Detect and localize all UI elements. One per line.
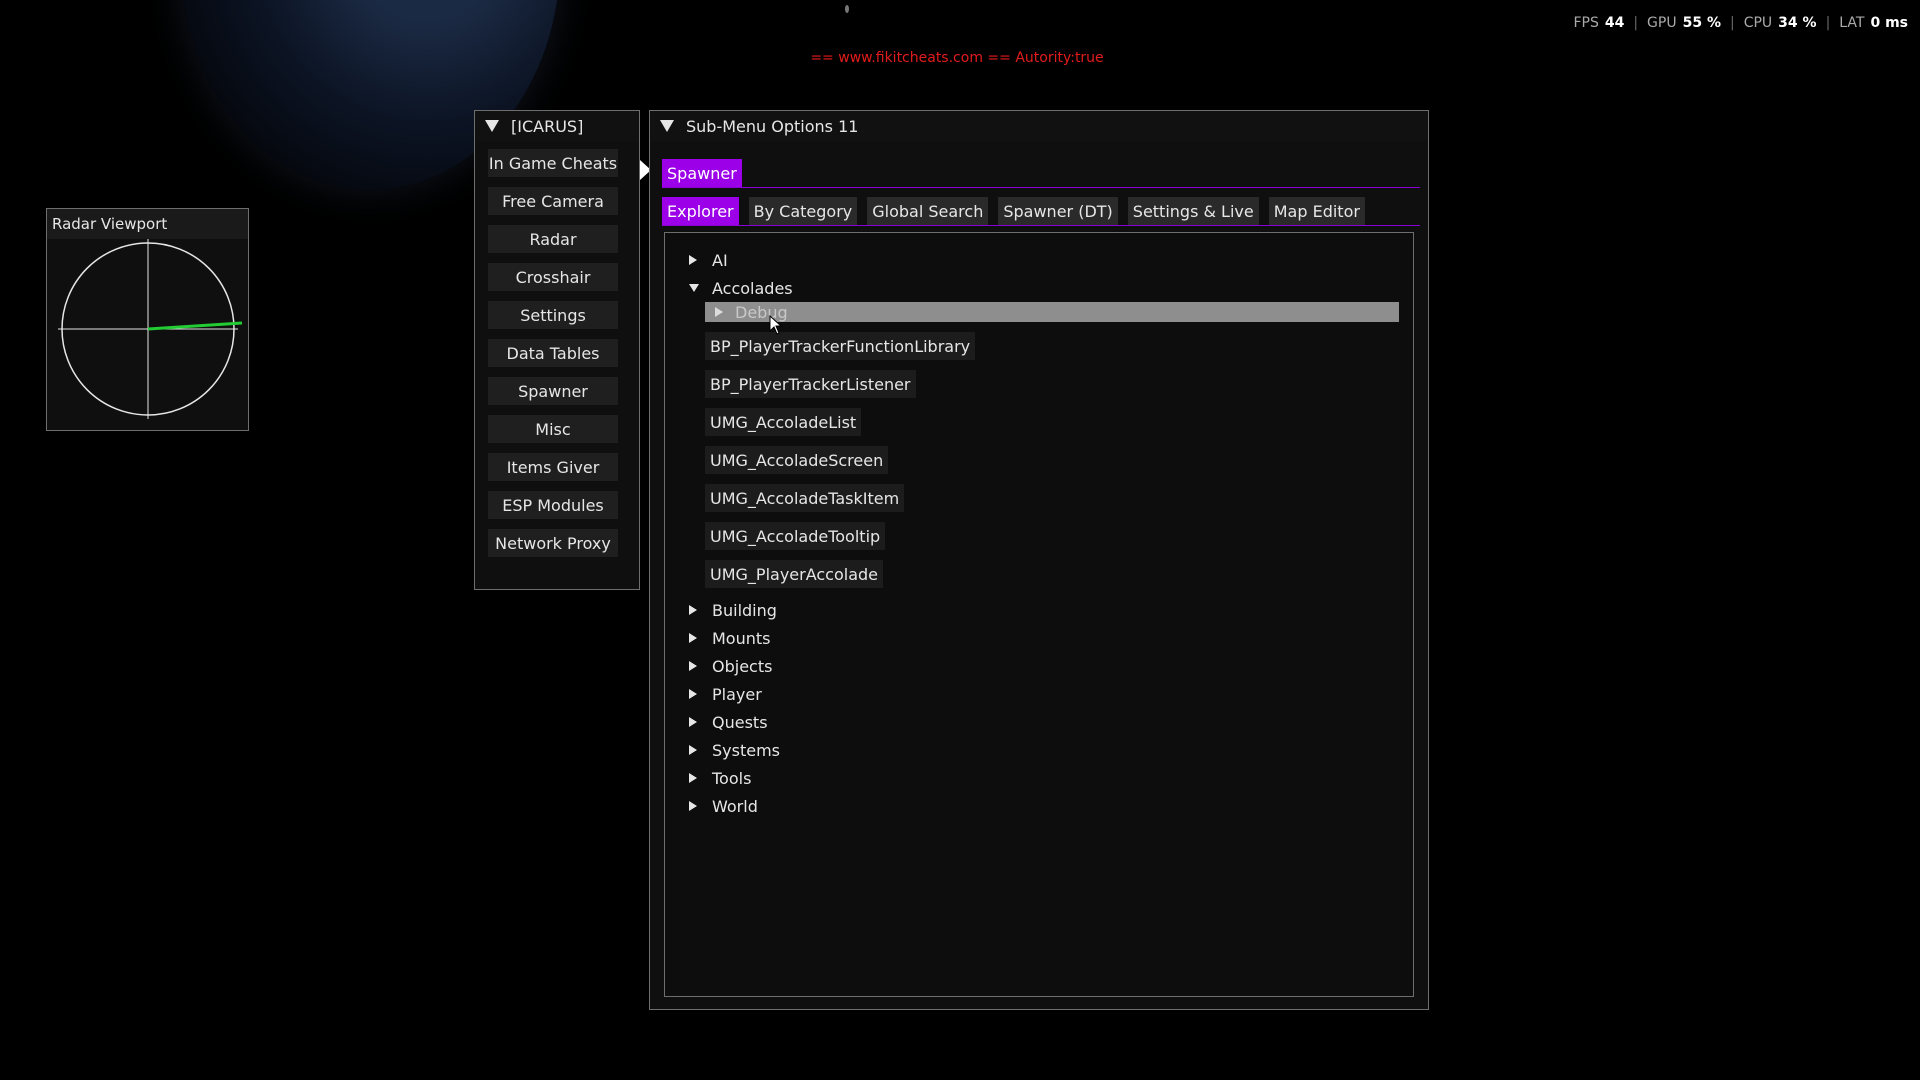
nav-in-game-cheats-button[interactable]: In Game Cheats [488,149,618,177]
nav-settings-button[interactable]: Settings [488,301,618,329]
tree-leaf-umg-playeraccolade[interactable]: UMG_PlayerAccolade [705,560,883,588]
separator: | [1633,15,1639,31]
nav-misc-button[interactable]: Misc [488,415,618,443]
nav-crosshair-button[interactable]: Crosshair [488,263,618,291]
expand-icon[interactable] [689,801,697,811]
tree-folder-building[interactable]: Building [689,599,777,621]
tab-bar: Explorer By Category Global Search Spawn… [662,197,1420,226]
tree-leaf-umg-accoladetooltip[interactable]: UMG_AccoladeTooltip [705,522,886,550]
tree-folder-label: Systems [712,740,780,760]
cpu-value: 34 % [1778,15,1817,31]
gpu-value: 55 % [1682,15,1721,31]
tree-folder-tools[interactable]: Tools [689,767,751,789]
fps-label: FPS [1573,15,1599,31]
expand-icon[interactable] [689,255,697,265]
tree-folder-debug[interactable]: Debug [705,302,1399,322]
tab-map-editor[interactable]: Map Editor [1268,197,1365,225]
tree-folder-systems[interactable]: Systems [689,739,780,761]
nav-radar-button[interactable]: Radar [488,225,618,253]
tree-folder-quests[interactable]: Quests [689,711,768,733]
collapse-icon[interactable] [485,120,499,132]
expand-icon[interactable] [689,689,697,699]
expand-icon[interactable] [689,633,697,643]
expand-icon[interactable] [715,307,723,317]
lat-value: 0 ms [1870,15,1908,31]
watermark: == www.fikitcheats.com == Autority:true [0,50,1920,66]
tree-folder-label: Objects [712,656,773,676]
submenu-window[interactable]: Sub-Menu Options 11 Spawner Explorer By … [649,110,1429,1010]
nav-esp-modules-button[interactable]: ESP Modules [488,491,618,519]
tree-folder-label: Player [712,684,762,704]
collapse-icon[interactable] [660,120,674,132]
gpu-label: GPU [1647,15,1677,31]
tree-leaf-bp-playertrackerlistener[interactable]: BP_PlayerTrackerListener [705,370,916,398]
expand-icon[interactable] [689,717,697,727]
top-tab-bar: Spawner [662,159,1420,188]
fps-value: 44 [1604,15,1625,31]
radar-heading-line [147,321,243,331]
tree-leaf-umg-accoladelist[interactable]: UMG_AccoladeList [705,408,862,436]
tab-explorer[interactable]: Explorer [662,197,739,225]
expand-icon[interactable] [689,605,697,615]
tree-folder-label: Mounts [712,628,771,648]
icarus-nav: In Game Cheats Free Camera Radar Crossha… [475,141,639,557]
radar-window[interactable]: Radar Viewport [46,208,249,431]
explorer-tree[interactable]: AI Accolades Debug BP_PlayerTrackerFunct… [664,232,1414,997]
tree-folder-mounts[interactable]: Mounts [689,627,770,649]
watermark-text: == www.fikitcheats.com == Autority:true [810,50,1104,66]
submenu-title-bar[interactable]: Sub-Menu Options 11 [650,111,1428,141]
tab-spawner[interactable]: Spawner [662,159,742,187]
tab-settings-live[interactable]: Settings & Live [1127,197,1259,225]
nav-data-tables-button[interactable]: Data Tables [488,339,618,367]
tree-folder-objects[interactable]: Objects [689,655,772,677]
nav-items-giver-button[interactable]: Items Giver [488,453,618,481]
tree-folder-accolades[interactable]: Accolades [689,277,793,299]
tree-leaf-umg-accoladetaskitem[interactable]: UMG_AccoladeTaskItem [705,484,905,512]
lat-label: LAT [1839,15,1865,31]
tree-folder-label: Quests [712,712,768,732]
tree-folder-label: Building [712,600,777,620]
tree-folder-label: AI [712,250,728,270]
radar-display [58,239,243,419]
tree-folder-label: Tools [712,768,752,788]
separator: | [1729,15,1735,31]
expand-icon[interactable] [689,745,697,755]
icarus-window[interactable]: [ICARUS] In Game Cheats Free Camera Rada… [474,110,640,590]
tab-global-search[interactable]: Global Search [867,197,989,225]
tree-folder-label: Accolades [712,278,793,298]
tree-folder-player[interactable]: Player [689,683,762,705]
icarus-title-bar[interactable]: [ICARUS] [475,111,639,141]
tab-spawner-dt[interactable]: Spawner (DT) [998,197,1118,225]
moon-dot [845,5,849,13]
separator: | [1825,15,1831,31]
submenu-title: Sub-Menu Options 11 [686,116,859,136]
radar-title: Radar Viewport [47,209,248,239]
tree-leaf-bp-playertrackerfunctionlibrary[interactable]: BP_PlayerTrackerFunctionLibrary [705,332,976,360]
expand-icon[interactable] [689,773,697,783]
tab-by-category[interactable]: By Category [748,197,858,225]
icarus-title: [ICARUS] [511,116,584,136]
collapse-icon[interactable] [689,284,699,292]
tree-leaf-umg-accoladescreen[interactable]: UMG_AccoladeScreen [705,446,889,474]
performance-overlay: FPS 44 | GPU 55 % | CPU 34 % | LAT 0 ms [1573,15,1908,31]
nav-network-proxy-button[interactable]: Network Proxy [488,529,618,557]
tree-folder-label: World [712,796,758,816]
tree-folder-world[interactable]: World [689,795,758,817]
cpu-label: CPU [1743,15,1773,31]
nav-spawner-button[interactable]: Spawner [488,377,618,405]
tree-folder-ai[interactable]: AI [689,249,728,271]
nav-free-camera-button[interactable]: Free Camera [488,187,618,215]
mouse-cursor-icon [769,315,783,335]
expand-icon[interactable] [689,661,697,671]
